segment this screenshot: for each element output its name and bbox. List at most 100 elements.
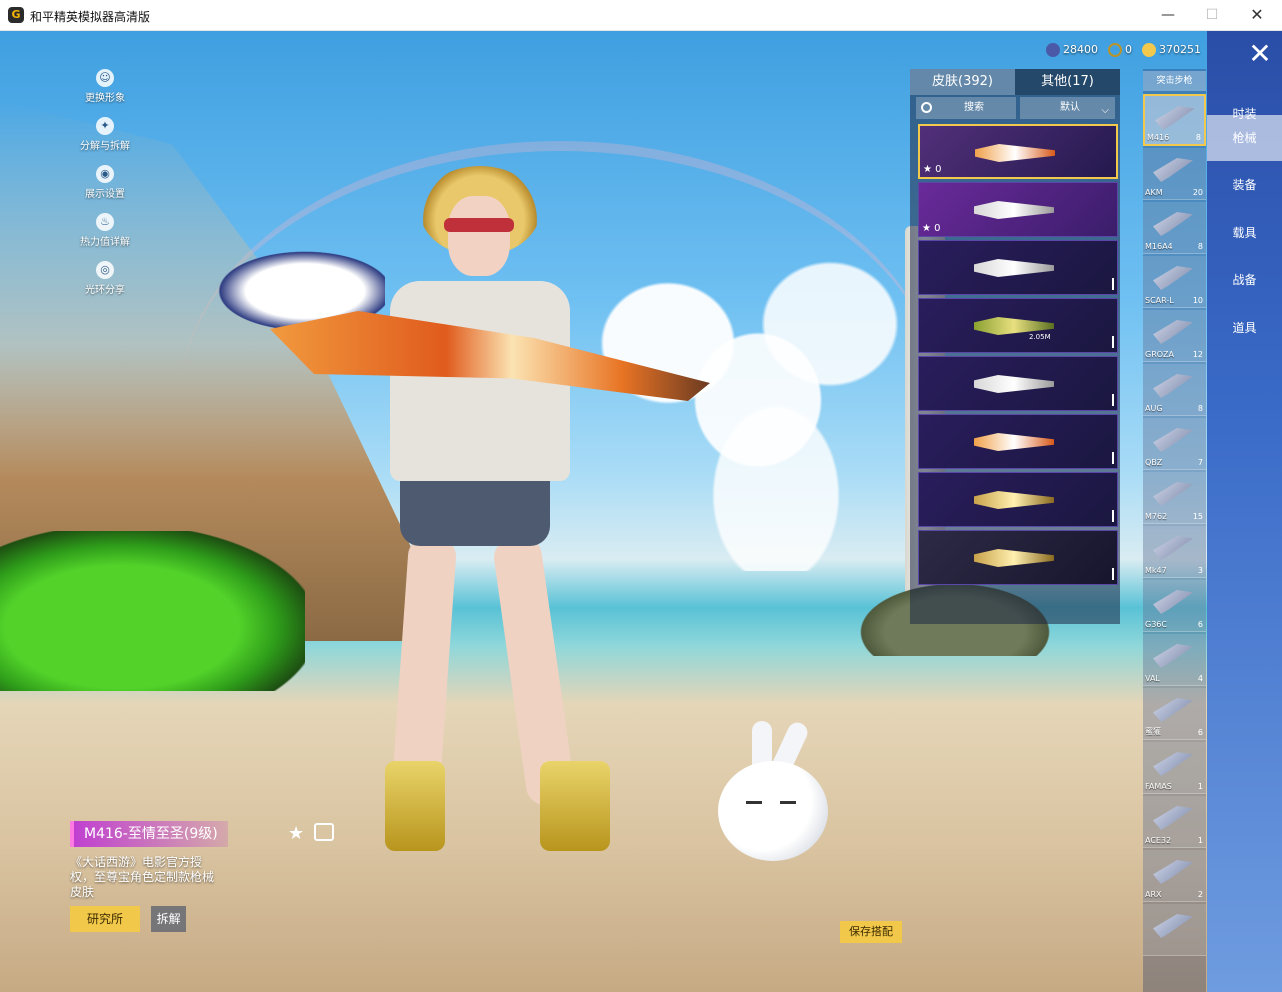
weapon-item-scar-l[interactable]: SCAR-L 10: [1143, 256, 1206, 308]
rifle-icon: [1153, 482, 1193, 506]
weapon-type-dropdown[interactable]: 突击步枪: [1143, 71, 1206, 91]
rifle-icon: [1153, 752, 1193, 776]
weapon-item-famas[interactable]: FAMAS 1: [1143, 742, 1206, 794]
weapon-item-mk47[interactable]: Mk47 3: [1143, 526, 1206, 578]
tab-skins[interactable]: 皮肤(392): [910, 69, 1015, 95]
weapon-item-m416[interactable]: M416 8: [1143, 94, 1206, 146]
maximize-button[interactable]: ☐: [1192, 4, 1232, 26]
rifle-icon: [1153, 914, 1193, 938]
skin-indicator: [1112, 336, 1114, 348]
currency-gold: 370251: [1142, 41, 1201, 59]
app-logo-icon: G: [8, 7, 24, 23]
weapon-item-g36c[interactable]: G36C 6: [1143, 580, 1206, 632]
rifle-icon: [1153, 320, 1193, 344]
rifle-icon: [1153, 590, 1193, 614]
research-lab-button[interactable]: 研究所: [70, 906, 140, 932]
skin-panel: 皮肤(392) 其他(17) 搜索 默认 ⌵ ★ 0 ★ 0 2.05M: [910, 69, 1120, 624]
rifle-skin-thumbnail: [974, 201, 1054, 219]
category-equipment[interactable]: 装备: [1207, 162, 1282, 208]
skin-item[interactable]: [918, 530, 1118, 585]
search-icon: [921, 102, 932, 113]
fire-icon: ♨: [96, 213, 114, 231]
menu-item-change-avatar[interactable]: ☺ 更换形象: [60, 69, 150, 117]
weapon-item-unnamed[interactable]: [1143, 904, 1206, 956]
weapon-item-qbz[interactable]: QBZ 7: [1143, 418, 1206, 470]
rabbit-eye-right: [780, 801, 796, 804]
item-info-panel: M416-至情至圣(9级) ★ 《大话西游》电影官方授权，至尊宝角色定制款枪械皮…: [70, 821, 340, 932]
rifle-icon: [1155, 106, 1195, 130]
rifle-icon: [1153, 536, 1193, 560]
skin-star-rating: ★ 0: [922, 223, 941, 234]
rifle-skin-thumbnail: [974, 433, 1054, 451]
weapon-item-arx[interactable]: ARX 2: [1143, 850, 1206, 902]
gear-icon: ✦: [96, 117, 114, 135]
favorite-star-icon[interactable]: ★: [288, 823, 304, 844]
player-character[interactable]: [360, 166, 610, 856]
weapon-item-ace32[interactable]: ACE32 1: [1143, 796, 1206, 848]
menu-item-dismantle[interactable]: ✦ 分解与拆解: [60, 117, 150, 165]
rifle-icon: [1153, 374, 1193, 398]
sort-dropdown[interactable]: 默认 ⌵: [1020, 97, 1115, 119]
rabbit-pet[interactable]: [718, 719, 838, 871]
menu-item-display-settings[interactable]: ◉ 展示设置: [60, 165, 150, 213]
weapon-item-val[interactable]: VAL 4: [1143, 634, 1206, 686]
skin-item[interactable]: [918, 472, 1118, 527]
left-menu: ☺ 更换形象 ✦ 分解与拆解 ◉ 展示设置 ♨ 热力值详解 ◎ 光环分享: [60, 69, 150, 309]
skin-star-rating: ★ 0: [923, 164, 942, 175]
rifle-icon: [1153, 644, 1193, 668]
rifle-icon: [1153, 266, 1193, 290]
skin-item[interactable]: [918, 414, 1118, 469]
category-combat-gear[interactable]: 战备: [1207, 257, 1282, 303]
weapon-item-m762[interactable]: M762 15: [1143, 472, 1206, 524]
weapon-item-m16a4[interactable]: M16A4 8: [1143, 202, 1206, 254]
item-action-buttons: 研究所 拆解: [70, 906, 340, 932]
app-window: G 和平精英模拟器高清版 — ☐ ✕ ☺ 更换形象 ✦ 分解与拆解 ◉ 展示设置…: [0, 0, 1282, 992]
weapon-item-akm[interactable]: AKM 20: [1143, 148, 1206, 200]
dismantle-button[interactable]: 拆解: [151, 906, 187, 932]
weapon-skin-description: 《大话西游》电影官方授权，至尊宝角色定制款枪械皮肤: [70, 855, 215, 899]
rifle-icon: [1153, 806, 1193, 830]
category-weapons[interactable]: 枪械: [1207, 115, 1282, 161]
tab-others[interactable]: 其他(17): [1015, 69, 1120, 95]
skin-item[interactable]: ★ 0: [918, 124, 1118, 179]
rifle-icon: [1153, 212, 1193, 236]
close-icon[interactable]: ✕: [1240, 39, 1280, 69]
coin-gold-outline-icon: [1108, 43, 1122, 57]
weapon-item-groza[interactable]: GROZA 12: [1143, 310, 1206, 362]
skin-item[interactable]: [918, 240, 1118, 295]
rifle-skin-thumbnail: [974, 375, 1054, 393]
category-vehicles[interactable]: 载具: [1207, 210, 1282, 256]
skin-indicator: [1112, 568, 1114, 580]
weapon-item-honey-badger[interactable]: 蜜獾 6: [1143, 688, 1206, 740]
rabbit-body: [718, 761, 828, 861]
eye-icon: ◉: [96, 165, 114, 183]
skin-indicator: [1112, 510, 1114, 522]
character-boot-left: [385, 761, 445, 851]
rabbit-eye-left: [746, 801, 762, 804]
rifle-icon: [1153, 428, 1193, 452]
menu-item-heat-value[interactable]: ♨ 热力值详解: [60, 213, 150, 261]
halo-icon: ◎: [96, 261, 114, 279]
share-icon[interactable]: [314, 823, 334, 841]
character-blindfold: [444, 218, 514, 232]
rifle-icon: [1153, 698, 1193, 722]
weapon-skin-title: M416-至情至圣(9级): [70, 821, 228, 847]
window-close-button[interactable]: ✕: [1237, 4, 1277, 26]
minimize-button[interactable]: —: [1148, 4, 1188, 26]
menu-item-halo-share[interactable]: ◎ 光环分享: [60, 261, 150, 309]
weapon-item-aug[interactable]: AUG 8: [1143, 364, 1206, 416]
skin-list: ★ 0 ★ 0 2.05M: [918, 124, 1118, 588]
skin-item[interactable]: 2.05M: [918, 298, 1118, 353]
window-title: 和平精英模拟器高清版: [30, 10, 151, 24]
save-outfit-button[interactable]: 保存搭配: [840, 921, 902, 943]
character-boot-right: [540, 761, 610, 851]
category-items[interactable]: 道具: [1207, 305, 1282, 351]
title-bar: G 和平精英模拟器高清版 — ☐ ✕: [0, 0, 1282, 31]
character-face: [448, 196, 510, 276]
skin-item[interactable]: ★ 0: [918, 182, 1118, 237]
skin-indicator: [1112, 394, 1114, 406]
skin-search-input[interactable]: 搜索: [916, 97, 1016, 119]
category-nav: 时装 枪械 装备 载具 战备 道具: [1207, 31, 1282, 992]
skin-item[interactable]: [918, 356, 1118, 411]
sports-car: [0, 531, 305, 691]
